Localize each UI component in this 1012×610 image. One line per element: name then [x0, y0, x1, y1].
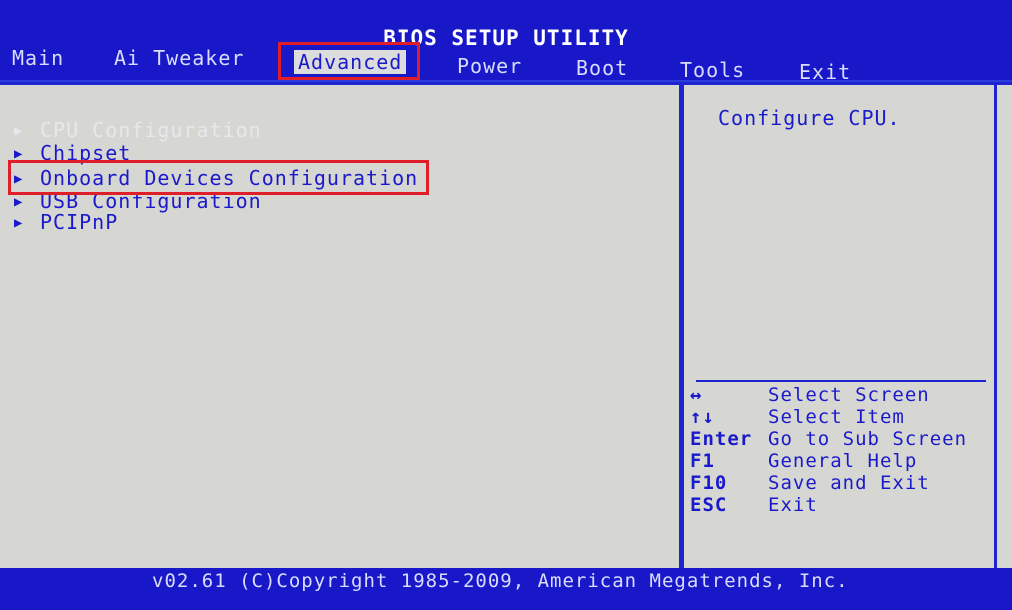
submenu-arrow-icon: ▶ — [14, 123, 24, 139]
menu-item-cpu-configuration[interactable]: ▶ CPU Configuration — [14, 118, 262, 142]
arrows-horizontal-icon: ↔ — [690, 384, 703, 406]
tab-exit[interactable]: Exit — [799, 60, 851, 84]
menu-item-chipset[interactable]: ▶ Chipset — [14, 141, 131, 165]
submenu-arrow-icon: ▶ — [14, 146, 24, 162]
menu-item-label: Onboard Devices Configuration — [40, 166, 419, 190]
tab-power[interactable]: Power — [457, 54, 522, 78]
submenu-arrow-icon: ▶ — [14, 194, 24, 210]
copyright-text: v02.61 (C)Copyright 1985-2009, American … — [152, 570, 849, 592]
menu-item-label: Chipset — [40, 141, 132, 165]
key-description: Exit — [768, 494, 818, 516]
tab-ai-tweaker[interactable]: Ai Tweaker — [114, 46, 244, 70]
tab-main[interactable]: Main — [12, 46, 64, 70]
menu-item-label: CPU Configuration — [40, 118, 262, 142]
key-description: Select Item — [768, 406, 905, 428]
tab-advanced[interactable]: Advanced — [294, 50, 407, 74]
help-panel — [682, 82, 997, 568]
bios-header-bar: BIOS SETUP UTILITY Main Ai Tweaker Advan… — [0, 0, 1012, 84]
key-name: Enter — [690, 428, 753, 450]
help-description: Configure CPU. — [718, 106, 901, 130]
tab-tools[interactable]: Tools — [680, 58, 745, 82]
bios-screen: BIOS SETUP UTILITY Main Ai Tweaker Advan… — [0, 0, 1012, 610]
key-name: F1 — [690, 450, 715, 472]
arrows-vertical-icon: ↑↓ — [690, 406, 715, 428]
menu-item-pcipnp[interactable]: ▶ PCIPnP — [14, 210, 118, 234]
submenu-arrow-icon: ▶ — [14, 171, 24, 187]
key-description: Save and Exit — [768, 472, 930, 494]
key-name: ESC — [690, 494, 728, 516]
menu-item-onboard-devices-configuration[interactable]: ▶ Onboard Devices Configuration — [14, 166, 418, 190]
tab-boot[interactable]: Boot — [576, 56, 628, 80]
key-name: F10 — [690, 472, 728, 494]
key-description: Go to Sub Screen — [768, 428, 968, 450]
key-description: General Help — [768, 450, 918, 472]
key-description: Select Screen — [768, 384, 930, 406]
menu-item-label: PCIPnP — [40, 210, 119, 234]
submenu-arrow-icon: ▶ — [14, 215, 24, 231]
